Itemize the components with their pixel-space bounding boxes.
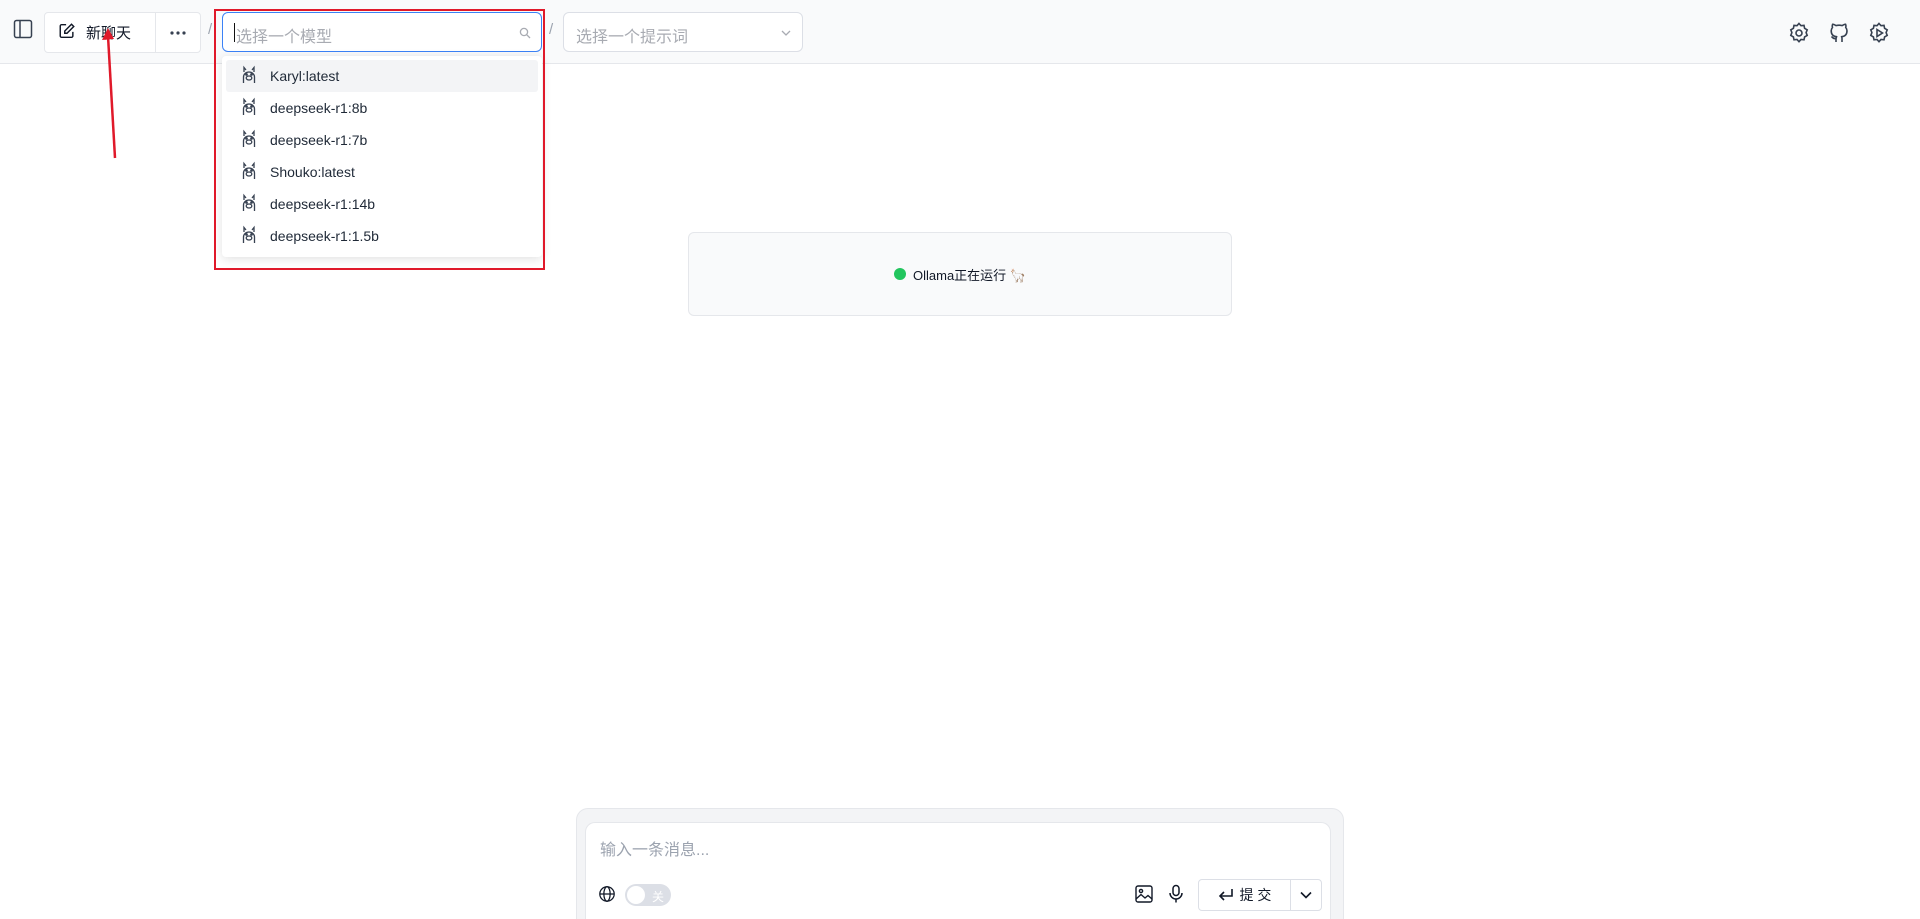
github-icon[interactable] (1826, 20, 1852, 46)
more-options-button[interactable] (156, 13, 200, 52)
model-option-label: Karyl:latest (270, 68, 340, 84)
globe-icon[interactable] (598, 885, 616, 908)
model-option-label: deepseek-r1:8b (270, 100, 368, 116)
model-option-label: Shouko:latest (270, 164, 355, 180)
toggle-label: 关 (651, 890, 664, 904)
sidebar-toggle-icon[interactable] (10, 16, 36, 42)
submit-button[interactable]: 提 交 (1199, 880, 1291, 910)
llama-icon (240, 193, 258, 216)
image-upload-icon[interactable] (1134, 884, 1154, 909)
chevron-down-icon (780, 26, 792, 44)
status-text: Ollama正在运行 🦙 (913, 267, 1026, 283)
status-card: Ollama正在运行 🦙 (688, 232, 1232, 316)
model-option[interactable]: Shouko:latest (226, 156, 538, 188)
web-search-toggle[interactable]: 关 (625, 884, 671, 906)
play-settings-icon[interactable] (1866, 20, 1892, 46)
submit-group: 提 交 (1198, 879, 1322, 911)
model-option-label: deepseek-r1:1.5b (270, 228, 379, 244)
toggle-knob (627, 886, 645, 904)
model-option[interactable]: Karyl:latest (226, 60, 538, 92)
prompt-select-placeholder: 选择一个提示词 (576, 29, 689, 46)
model-option-label: deepseek-r1:14b (270, 196, 376, 212)
more-icon (170, 30, 186, 35)
model-option[interactable]: deepseek-r1:1.5b (226, 220, 538, 252)
model-option[interactable]: deepseek-r1:14b (226, 188, 538, 220)
model-option-label: deepseek-r1:7b (270, 132, 368, 148)
model-option[interactable]: deepseek-r1:7b (226, 124, 538, 156)
breadcrumb-separator: / (208, 21, 213, 38)
llama-icon (240, 97, 258, 120)
edit-icon (58, 22, 76, 44)
model-dropdown: Karyl:latest deepseek-r1:8b deepseek-r1:… (222, 56, 542, 257)
model-select-placeholder: 选择一个模型 (236, 29, 333, 46)
annotation-arrow (102, 28, 117, 159)
submit-options-button[interactable] (1291, 880, 1321, 910)
model-option[interactable]: deepseek-r1:8b (226, 92, 538, 124)
llama-icon (240, 65, 258, 88)
breadcrumb-separator: / (549, 21, 554, 38)
microphone-icon[interactable] (1167, 884, 1185, 909)
prompt-select-input[interactable]: 选择一个提示词 (563, 12, 803, 52)
llama-icon (240, 225, 258, 248)
text-cursor (234, 23, 235, 42)
chevron-down-icon (1300, 891, 1312, 899)
model-select-input[interactable]: 选择一个模型 (222, 12, 542, 52)
enter-icon (1218, 889, 1233, 901)
settings-icon[interactable] (1786, 20, 1812, 46)
search-icon (519, 26, 531, 44)
llama-icon (240, 129, 258, 152)
status-dot (894, 268, 906, 280)
message-input[interactable] (600, 836, 1300, 866)
submit-label: 提 交 (1239, 887, 1272, 903)
llama-icon (240, 161, 258, 184)
